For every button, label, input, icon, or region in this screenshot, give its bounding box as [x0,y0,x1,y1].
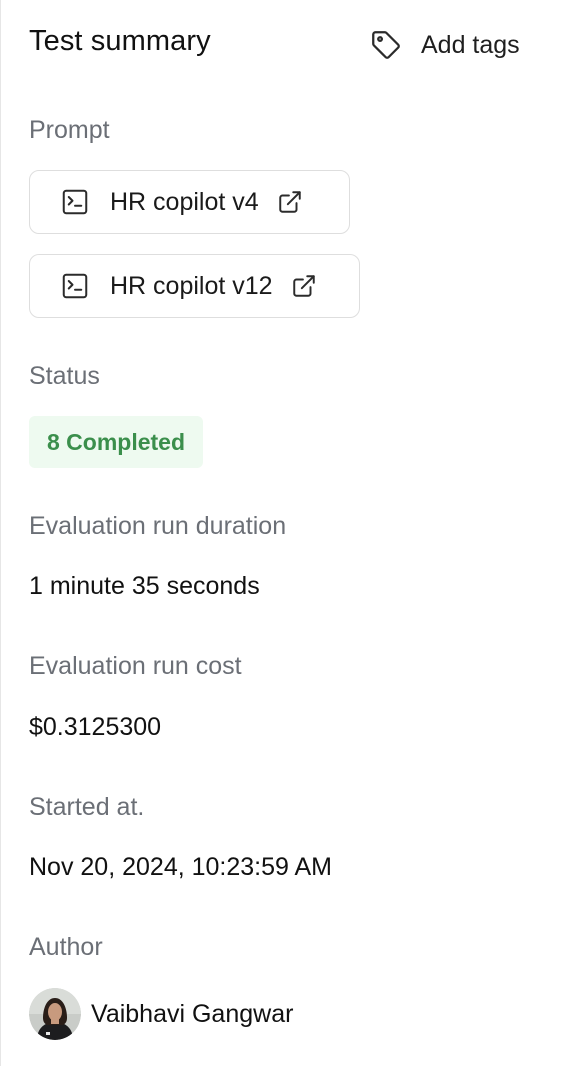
author-name: Vaibhavi Gangwar [91,999,294,1028]
prompt-chip-label: HR copilot v12 [110,271,273,300]
terminal-icon [60,187,90,217]
add-tags-label: Add tags [421,30,520,59]
external-link-icon[interactable] [291,273,317,299]
status-badge: 8 Completed [29,416,204,468]
panel-title: Test summary [29,25,211,57]
author-row: Vaibhavi Gangwar [29,988,293,1040]
started-at-value: Nov 20, 2024, 10:23:59 AM [29,853,332,881]
avatar [29,988,81,1040]
author-label: Author [29,933,103,961]
prompt-chip-hr-copilot-v4[interactable]: HR copilot v4 [29,170,350,234]
status-label: Status [29,362,100,390]
tag-icon [369,28,403,62]
test-summary-panel: Test summary Add tags Prompt HR copilot … [0,0,575,1066]
duration-value: 1 minute 35 seconds [29,572,260,600]
prompt-chip-hr-copilot-v12[interactable]: HR copilot v12 [29,254,360,318]
prompt-label: Prompt [29,116,110,144]
add-tags-button[interactable]: Add tags [369,28,520,62]
duration-label: Evaluation run duration [29,512,287,540]
terminal-icon [60,271,90,301]
external-link-icon[interactable] [277,189,303,215]
prompt-chip-label: HR copilot v4 [110,187,259,216]
started-at-label: Started at. [29,793,145,821]
cost-value: $0.3125300 [29,713,162,741]
cost-label: Evaluation run cost [29,652,242,680]
